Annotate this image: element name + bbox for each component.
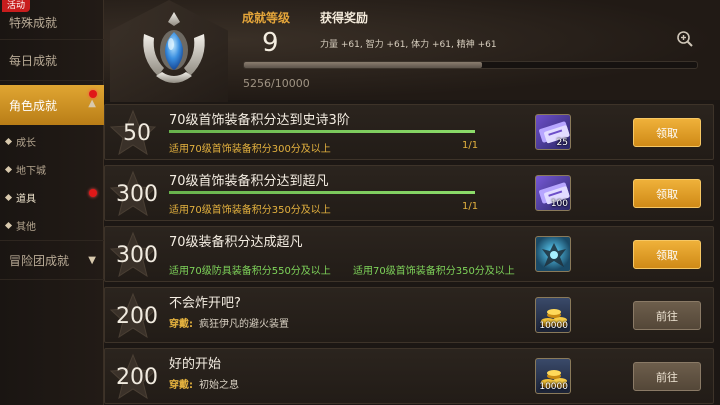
notification-dot [89, 90, 97, 98]
level-value: 9 [262, 28, 279, 58]
claim-button[interactable]: 领取 [633, 179, 701, 208]
gold-coins-icon[interactable]: 10000 [535, 297, 571, 333]
goto-button[interactable]: 前往 [633, 362, 701, 391]
item-count: 10000 [539, 382, 568, 392]
equip-label: 穿戴: [169, 319, 193, 330]
diamond-icon [4, 137, 13, 145]
achievement-progress-fill [169, 191, 475, 194]
sidebar: 活动 特殊成就 每日成就 角色成就 ▲ 成长 地下城 道具 其他 冒险团成就 ▼ [0, 0, 104, 405]
sidebar-subitem-dungeon[interactable]: 地下城 [0, 156, 104, 182]
subitem-label: 道具 [16, 193, 36, 205]
achievement-header: 成就等级 9 获得奖励 力量 +61, 智力 +61, 体力 +61, 精神 +… [104, 0, 720, 102]
chevron-down-icon: ▼ [88, 255, 96, 266]
achievement-ratio: 1/1 [462, 201, 479, 212]
achievement-progress-bar [169, 130, 475, 133]
diamond-icon [4, 165, 13, 173]
sidebar-item-label: 每日成就 [9, 54, 58, 68]
creature-graphic [542, 243, 566, 267]
sidebar-item-adventure-team[interactable]: 冒险团成就 ▼ [0, 240, 104, 280]
sidebar-subitem-growth[interactable]: 成长 [0, 128, 104, 154]
equip-item-name: 初始之息 [199, 380, 239, 391]
sidebar-item-character[interactable]: 角色成就 ▲ [0, 85, 104, 125]
achievement-title: 不会炸开吧? [169, 296, 241, 311]
equip-label: 穿戴: [169, 380, 193, 391]
creature-icon[interactable] [535, 236, 571, 272]
level-progress-bar [243, 61, 698, 69]
sidebar-item-label: 冒险团成就 [9, 253, 70, 268]
item-count: 100 [550, 199, 568, 209]
level-progress-fill [244, 62, 483, 68]
level-label: 成就等级 [242, 11, 291, 25]
achievement-title: 70级首饰装备积分达到超凡 [169, 174, 329, 189]
item-count: 25 [556, 138, 568, 148]
achievement-title: 70级装备积分达成超凡 [169, 235, 303, 250]
achievement-points: 300 [116, 242, 158, 268]
achievement-points: 200 [116, 303, 158, 329]
sidebar-subitem-items[interactable]: 道具 [0, 184, 104, 210]
notification-dot [89, 189, 97, 197]
achievement-row: 50 70级首饰装备积分达到史诗3阶 适用70级首饰装备积分300分及以上 1/… [104, 104, 714, 160]
achievement-progress-bar [169, 191, 475, 194]
achievement-ratio: 1/1 [462, 140, 479, 151]
subitem-label: 地下城 [16, 165, 46, 177]
sidebar-item-label: 角色成就 [9, 98, 58, 113]
goto-button[interactable]: 前往 [633, 301, 701, 330]
claim-button[interactable]: 领取 [633, 118, 701, 147]
zoom-in-icon[interactable] [676, 30, 694, 48]
achievement-emblem-icon [143, 12, 205, 83]
sidebar-item-daily[interactable]: 每日成就 [0, 41, 104, 81]
achievement-condition-left: 适用70级防具装备积分550分及以上 [169, 266, 331, 277]
achievement-description: 穿戴: 初始之息 [169, 376, 239, 391]
achievement-row: 300 70级首饰装备积分达到超凡 适用70级首饰装备积分350分及以上 1/1… [104, 165, 714, 221]
reward-stats: 力量 +61, 智力 +61, 体力 +61, 精神 +61 [320, 40, 497, 50]
subitem-label: 其他 [16, 221, 36, 233]
achievement-title: 好的开始 [169, 357, 222, 372]
subitem-label: 成长 [16, 137, 36, 149]
achievement-points: 200 [116, 364, 158, 390]
level-progress-text: 5256/10000 [243, 77, 310, 90]
item-count: 10000 [539, 321, 568, 331]
achievement-row: 200 好的开始 穿戴: 初始之息 10000 前往 [104, 348, 714, 404]
achievement-description: 适用70级首饰装备积分300分及以上 [169, 144, 331, 155]
ticket-icon[interactable]: 25 [535, 114, 571, 150]
sidebar-item-special[interactable]: 特殊成就 [0, 0, 104, 40]
diamond-icon [4, 193, 13, 201]
achievement-row: 300 70级装备积分达成超凡 适用70级防具装备积分550分及以上 适用70级… [104, 226, 714, 282]
achievement-description: 穿戴: 疯狂伊凡的避火装置 [169, 315, 289, 330]
achievement-points: 50 [123, 120, 151, 146]
sidebar-subitem-other[interactable]: 其他 [0, 212, 104, 238]
reward-label: 获得奖励 [320, 11, 369, 25]
diamond-icon [4, 221, 13, 229]
claim-button[interactable]: 领取 [633, 240, 701, 269]
achievement-title: 70级首饰装备积分达到史诗3阶 [169, 113, 350, 128]
achievement-condition-right: 适用70级首饰装备积分350分及以上 [353, 266, 515, 277]
chevron-up-icon: ▲ [88, 98, 96, 109]
achievement-progress-fill [169, 130, 475, 133]
equip-item-name: 疯狂伊凡的避火装置 [199, 319, 289, 330]
ticket-icon[interactable]: 100 [535, 175, 571, 211]
gold-coins-icon[interactable]: 10000 [535, 358, 571, 394]
achievement-points: 300 [116, 181, 158, 207]
sidebar-item-label: 特殊成就 [9, 16, 58, 30]
achievement-row: 200 不会炸开吧? 穿戴: 疯狂伊凡的避火装置 10000 前往 [104, 287, 714, 343]
achievement-description: 适用70级首饰装备积分350分及以上 [169, 205, 331, 216]
